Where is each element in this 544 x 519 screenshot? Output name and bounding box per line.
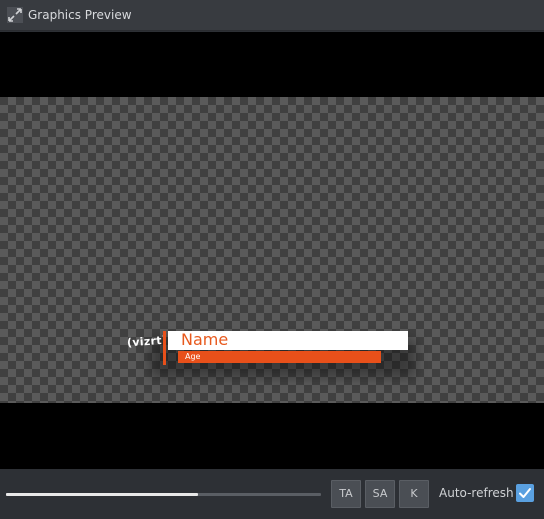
age-box: Age	[178, 351, 381, 363]
timeline-slider-fill	[6, 493, 199, 496]
lower-third-graphic: (vizrt) Name Age	[0, 97, 544, 403]
age-text: Age	[185, 352, 201, 361]
accent-bar	[163, 331, 166, 365]
transparency-checkerboard: (vizrt) Name Age	[0, 97, 544, 403]
auto-refresh-label: Auto-refresh :	[439, 486, 522, 500]
name-box: Name	[168, 330, 408, 350]
name-text: Name	[181, 330, 229, 349]
sa-button[interactable]: SA	[365, 480, 395, 508]
window-title: Graphics Preview	[28, 8, 132, 22]
checkmark-icon	[519, 488, 531, 498]
timeline-slider[interactable]	[6, 493, 321, 496]
expand-arrows-icon	[6, 6, 24, 24]
title-bar: Graphics Preview	[0, 0, 544, 31]
graphics-preview-viewport[interactable]: (vizrt) Name Age	[0, 32, 544, 469]
ta-button[interactable]: TA	[331, 480, 361, 508]
preview-controls-bar: TA SA K Auto-refresh :	[0, 469, 544, 519]
k-button[interactable]: K	[399, 480, 429, 508]
letterbox-bottom	[0, 403, 544, 469]
letterbox-top	[0, 32, 544, 97]
auto-refresh-checkbox[interactable]	[516, 484, 534, 502]
